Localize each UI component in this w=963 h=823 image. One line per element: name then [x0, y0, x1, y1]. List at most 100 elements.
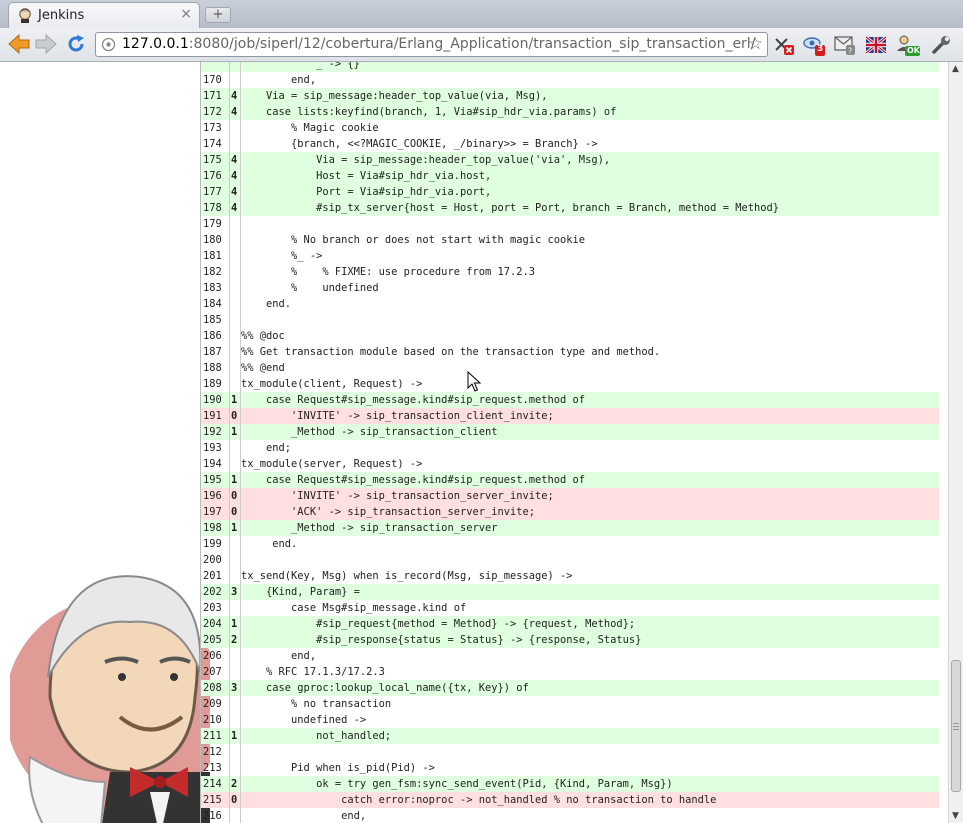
- line-number: 194: [201, 456, 230, 472]
- line-number: 210: [201, 712, 230, 728]
- source-code: Port = Via#sip_hdr_via.port,: [241, 186, 492, 198]
- source-code: #sip_request{method = Method} -> {reques…: [241, 618, 636, 630]
- source-code: % No branch or does not start with magic…: [241, 234, 586, 246]
- source-code: % no transaction: [241, 698, 392, 710]
- line-number: [201, 62, 230, 72]
- hit-count: 0: [230, 504, 241, 520]
- line-number: 204: [201, 616, 230, 632]
- eye-3-badge-icon[interactable]: 3: [803, 34, 825, 56]
- line-number: 215: [201, 792, 230, 808]
- source-line-row: 199 end.: [201, 536, 939, 552]
- page-content: _ -> {} 170 end, 171 4 Via = sip_message:he…: [0, 62, 948, 823]
- hit-count: 4: [230, 200, 241, 216]
- source-code: %% Get transaction module based on the t…: [241, 346, 661, 358]
- svg-text:?: ?: [848, 47, 852, 56]
- line-number: 183: [201, 280, 230, 296]
- source-code: case Request#sip_message.kind#sip_reques…: [241, 394, 586, 406]
- browser-toolbar: 127.0.0.1:8080/job/siperl/12/cobertura/E…: [0, 28, 963, 62]
- line-number: 199: [201, 536, 230, 552]
- hit-count: 1: [230, 616, 241, 632]
- line-number: 175: [201, 152, 230, 168]
- source-line-row: 211 1 not_handled;: [201, 728, 939, 744]
- source-code: 'INVITE' -> sip_transaction_server_invit…: [241, 490, 554, 502]
- source-line-row: 216 end,: [201, 808, 939, 823]
- tab-title: Jenkins: [38, 8, 85, 23]
- source-code: case lists:keyfind(branch, 1, Via#sip_hd…: [241, 106, 617, 118]
- hit-count: [230, 760, 241, 776]
- uk-flag-icon[interactable]: [865, 34, 887, 56]
- scroll-up-icon[interactable]: ▲: [952, 64, 959, 74]
- line-number: 192: [201, 424, 230, 440]
- new-tab-button[interactable]: +: [205, 7, 231, 23]
- hit-count: 1: [230, 424, 241, 440]
- line-number: 214: [201, 776, 230, 792]
- mail-icon[interactable]: ?: [834, 34, 856, 56]
- line-number: 201: [201, 568, 230, 584]
- source-line-row: 197 0 'ACK' -> sip_transaction_server_inv…: [201, 504, 939, 520]
- jenkins-butler-logo: [10, 575, 210, 823]
- vertical-scrollbar[interactable]: ▲ ▼: [948, 62, 963, 823]
- source-line-row: 176 4 Host = Via#sip_hdr_via.host,: [201, 168, 939, 184]
- hit-count: [230, 664, 241, 680]
- hit-count: [230, 600, 241, 616]
- source-code: end;: [241, 442, 292, 454]
- source-line-row: 192 1 _Method -> sip_transaction_client: [201, 424, 939, 440]
- line-number: 195: [201, 472, 230, 488]
- source-line-row: 182 % % FIXME: use procedure from 17.2.3: [201, 264, 939, 280]
- hit-count: [230, 248, 241, 264]
- line-number: 170: [201, 72, 230, 88]
- tab-close-icon[interactable]: ×: [180, 6, 192, 22]
- hit-count: 3: [230, 680, 241, 696]
- source-line-row: 189 tx_module(client, Request) ->: [201, 376, 939, 392]
- hit-count: [230, 232, 241, 248]
- source-line-row: 173 % Magic cookie: [201, 120, 939, 136]
- source-line-row: 194 tx_module(server, Request) ->: [201, 456, 939, 472]
- hit-count: 1: [230, 392, 241, 408]
- source-code: %_ ->: [241, 250, 323, 262]
- forward-button[interactable]: [33, 32, 59, 56]
- hit-count: 1: [230, 472, 241, 488]
- source-line-row: 208 3 case gproc:lookup_local_name({tx, K…: [201, 680, 939, 696]
- source-line-row: 180 % No branch or does not start with m…: [201, 232, 939, 248]
- reload-icon: [68, 35, 84, 52]
- hit-count: [230, 648, 241, 664]
- source-code: tx_module(client, Request) ->: [241, 378, 423, 390]
- source-line-row: 198 1 _Method -> sip_transaction_server: [201, 520, 939, 536]
- scroll-down-icon[interactable]: ▼: [952, 811, 959, 821]
- user-ok-badge-icon[interactable]: OK: [896, 34, 920, 56]
- line-number: 177: [201, 184, 230, 200]
- scrollbar-thumb[interactable]: [951, 660, 961, 792]
- hit-count: [230, 136, 241, 152]
- source-line-row: 214 2 ok = try gen_fsm:sync_send_event(Pi…: [201, 776, 939, 792]
- source-code: %% @end: [241, 362, 285, 374]
- source-line-row: 202 3 {Kind, Param} =: [201, 584, 939, 600]
- source-line-row: 190 1 case Request#sip_message.kind#sip_r…: [201, 392, 939, 408]
- source-line-row: 196 0 'INVITE' -> sip_transaction_server_…: [201, 488, 939, 504]
- page-info-icon[interactable]: [101, 37, 116, 52]
- x-red-badge-icon[interactable]: [773, 34, 795, 56]
- line-number: 198: [201, 520, 230, 536]
- mouse-cursor-icon: [467, 371, 481, 392]
- line-number: 197: [201, 504, 230, 520]
- tab-jenkins[interactable]: Jenkins ×: [8, 2, 200, 28]
- url-text: 127.0.0.1:8080/job/siperl/12/cobertura/E…: [122, 36, 755, 52]
- hit-count: [230, 72, 241, 88]
- reload-button[interactable]: [63, 32, 89, 56]
- back-button[interactable]: [6, 32, 32, 56]
- source-code: % Magic cookie: [241, 122, 379, 134]
- hit-count: [230, 536, 241, 552]
- address-bar[interactable]: 127.0.0.1:8080/job/siperl/12/cobertura/E…: [95, 32, 768, 57]
- source-code: case gproc:lookup_local_name({tx, Key}) …: [241, 682, 529, 694]
- bookmark-star-icon[interactable]: ☆: [748, 34, 763, 54]
- line-number: 178: [201, 200, 230, 216]
- hit-count: [230, 568, 241, 584]
- wrench-icon[interactable]: [931, 34, 953, 56]
- hit-count: 0: [230, 792, 241, 808]
- source-code: _ -> {}: [241, 62, 360, 70]
- source-line-row: 184 end.: [201, 296, 939, 312]
- hit-count: [230, 696, 241, 712]
- source-line-row: 177 4 Port = Via#sip_hdr_via.port,: [201, 184, 939, 200]
- line-number: 202: [201, 584, 230, 600]
- source-code: Host = Via#sip_hdr_via.host,: [241, 170, 492, 182]
- line-number: 208: [201, 680, 230, 696]
